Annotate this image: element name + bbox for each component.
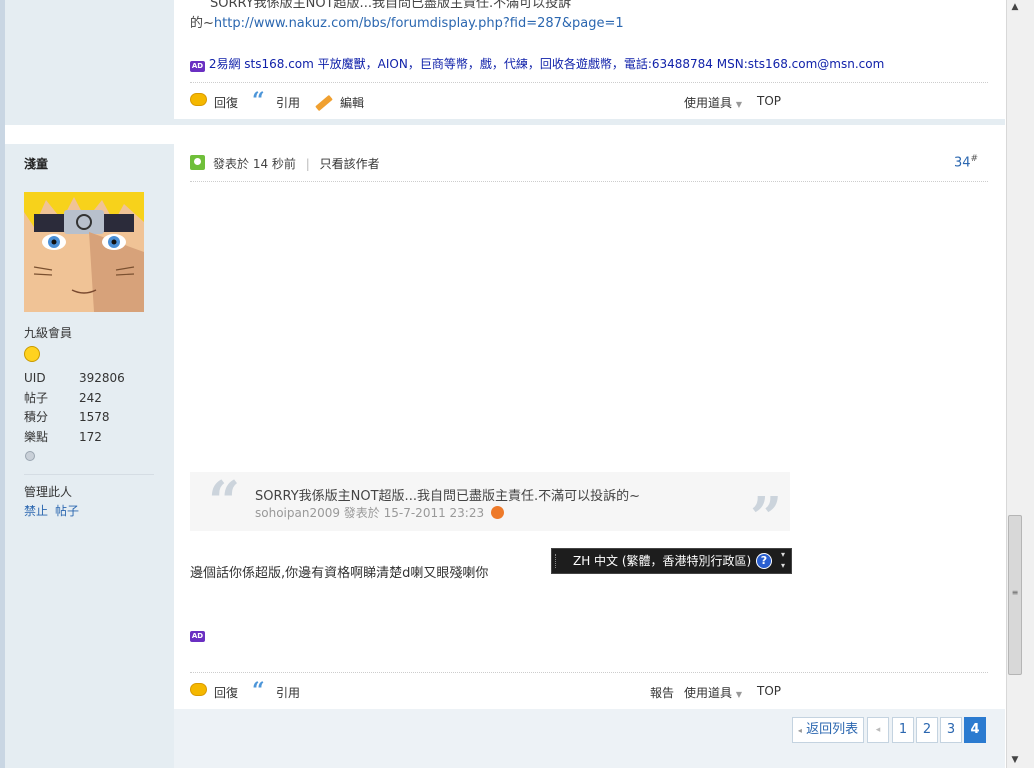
sidebar-divider (24, 474, 154, 475)
reply-icon[interactable] (190, 683, 207, 696)
report-button[interactable]: 報告 (650, 684, 674, 701)
header-divider (190, 181, 988, 182)
author-only-link[interactable]: 只看該作者 (320, 157, 380, 171)
pagination-sidebar (5, 709, 174, 768)
post-actions: 回復 “ 引用 報告 使用道具 ▼ TOP (190, 680, 990, 702)
quote-text: SORRY我係版主NOT超版...我自問已盡版主責任.不滿可以投訴的~ (255, 489, 640, 504)
forum-link[interactable]: http://www.nakuz.com/bbs/forumdisplay.ph… (214, 16, 624, 31)
edit-button[interactable]: 編輯 (340, 94, 364, 111)
tools-menu[interactable]: 使用道具 ▼ (684, 684, 742, 701)
post-time: 發表於 14 秒前 (213, 157, 296, 171)
top-link[interactable]: TOP (757, 94, 781, 108)
divider (190, 82, 988, 83)
back-to-list-label: 返回列表 (806, 722, 859, 737)
chevron-left-icon: ◂ (875, 725, 881, 735)
prev-post-prefix: 的~ (190, 16, 214, 31)
ad-link[interactable]: 2易網 sts168.com 平放魔獸，AION，巨商等幣，戲，代練，回收各遊戲… (209, 57, 884, 71)
prev-page-button[interactable]: ◂ (867, 717, 889, 743)
scrollbar-thumb[interactable]: ≡ (1008, 515, 1022, 675)
quote-meta: sohoipan2009 發表於 15-7-2011 23:23 (255, 504, 504, 521)
page-3[interactable]: 3 (940, 717, 962, 743)
language-bar-grip[interactable] (555, 554, 559, 568)
meta-divider: | (305, 157, 310, 171)
language-bar[interactable]: ZH 中文 (繁體，香港特別行政區) ? ▾ ▾ (551, 548, 792, 574)
medal-icon (25, 451, 35, 461)
footer-divider (190, 672, 988, 673)
open-quote-icon: “ (208, 469, 241, 535)
post-author-icon (190, 155, 205, 170)
post-separator (5, 119, 1005, 125)
pencil-icon[interactable] (315, 94, 333, 112)
user-stats: UID 392806 帖子 242 積分 1578 樂點 172 (24, 369, 125, 447)
reply-icon[interactable] (190, 93, 207, 106)
quote-block: “ SORRY我係版主NOT超版...我自問已盡版主責任.不滿可以投訴的~ so… (190, 469, 790, 546)
quote-button[interactable]: 引用 (276, 94, 300, 111)
jump-to-post-icon[interactable] (490, 506, 504, 519)
floor-number[interactable]: 34# (954, 154, 978, 170)
ban-link[interactable]: 禁止 (24, 502, 48, 519)
ad-icon: AD (190, 61, 205, 72)
top-link[interactable]: TOP (757, 684, 781, 698)
help-icon[interactable]: ? (756, 553, 772, 569)
thumb-grip-icon: ≡ (1011, 588, 1019, 597)
floor-mark: # (970, 154, 979, 164)
quote-icon[interactable]: “ (252, 90, 265, 112)
chevron-left-icon: ◂ (797, 726, 802, 735)
chevron-down-icon: ▼ (735, 100, 742, 109)
page-4-current[interactable]: 4 (964, 717, 986, 743)
scroll-up-icon[interactable]: ▲ (1008, 0, 1022, 14)
prev-post-sidebar (5, 0, 174, 119)
reply-button[interactable]: 回復 (214, 94, 238, 111)
tools-menu[interactable]: 使用道具 ▼ (684, 94, 742, 111)
avatar[interactable] (24, 192, 144, 312)
prev-post-actions: 回復 “ 引用 編輯 使用道具 ▼ TOP (190, 90, 990, 112)
quote-button[interactable]: 引用 (276, 684, 300, 701)
stat-lepoints: 樂點 172 (24, 429, 102, 444)
page-1[interactable]: 1 (892, 717, 914, 743)
floor-value: 34 (954, 155, 971, 171)
chevron-down-icon: ▼ (735, 690, 742, 699)
user-posts-link[interactable]: 帖子 (55, 502, 79, 519)
quote-author-time: sohoipan2009 發表於 15-7-2011 23:23 (255, 506, 485, 520)
close-quote-icon: ” (750, 485, 783, 551)
avatar-image (24, 192, 144, 312)
stat-posts: 帖子 242 (24, 390, 102, 405)
user-rank: 九級會員 (24, 326, 73, 340)
username[interactable]: 淺童 (24, 155, 48, 172)
stat-uid: UID 392806 (24, 371, 125, 385)
scroll-down-icon[interactable]: ▼ (1008, 753, 1022, 767)
smiley-icon (24, 346, 40, 362)
post-body: 邊個話你係超版,你邊有資格啊睇清楚d喇又眼殘喇你 (190, 566, 489, 581)
ad-icon[interactable]: AD (190, 631, 205, 642)
quote-icon[interactable]: “ (252, 680, 265, 702)
admin-label: 管理此人 (24, 485, 73, 499)
post-ad: AD (190, 627, 205, 642)
back-to-list-button[interactable]: ◂ 返回列表 (792, 717, 864, 743)
stat-points: 積分 1578 (24, 410, 110, 424)
prev-post-cut-line: SORRY我係版主NOT超版...我自問已盡版主責任.不滿可以投訴 (210, 0, 572, 11)
post-meta: 發表於 14 秒前 | 只看該作者 (213, 155, 380, 172)
prev-post-text: 的~http://www.nakuz.com/bbs/forumdisplay.… (190, 12, 624, 31)
language-label[interactable]: ZH 中文 (繁體，香港特別行政區) (573, 549, 751, 573)
language-options-icon[interactable]: ▾ ▾ (781, 549, 785, 571)
tools-label: 使用道具 (684, 686, 733, 700)
reply-button[interactable]: 回復 (214, 684, 238, 701)
page-2[interactable]: 2 (916, 717, 938, 743)
prev-post-ad: AD 2易網 sts168.com 平放魔獸，AION，巨商等幣，戲，代練，回收… (190, 55, 884, 72)
tools-label: 使用道具 (684, 96, 733, 110)
